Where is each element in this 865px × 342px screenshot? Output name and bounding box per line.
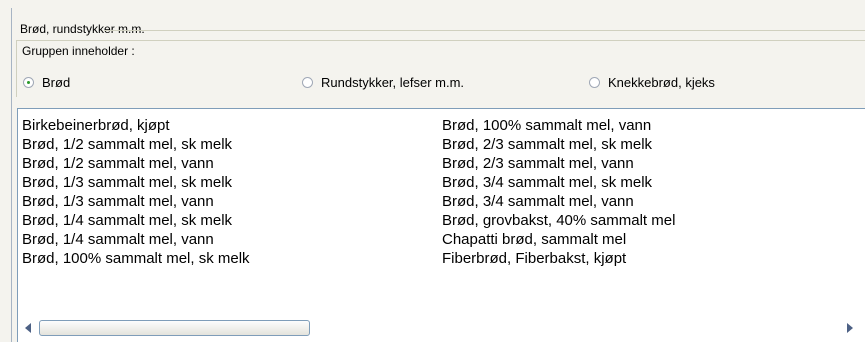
left-border	[11, 8, 12, 342]
radio-label: Knekkebrød, kjeks	[608, 74, 715, 90]
radio-knekkebrod[interactable]: Knekkebrød, kjeks	[589, 72, 715, 92]
list-item[interactable]: Brød, 1/4 sammalt mel, vann	[22, 230, 250, 249]
list-item[interactable]: Brød, grovbakst, 40% sammalt mel	[442, 211, 675, 230]
list-item[interactable]: Brød, 100% sammalt mel, sk melk	[22, 249, 250, 268]
top-strip	[0, 0, 865, 8]
group-content-label: Gruppen inneholder :	[22, 44, 135, 58]
list-item[interactable]: Brød, 2/3 sammalt mel, sk melk	[442, 135, 675, 154]
scroll-right-arrow-icon[interactable]	[847, 323, 853, 333]
list-item[interactable]: Brød, 100% sammalt mel, vann	[442, 116, 675, 135]
radio-brod[interactable]: Brød	[23, 72, 70, 92]
list-item[interactable]: Brød, 3/4 sammalt mel, sk melk	[442, 173, 675, 192]
list-item[interactable]: Brød, 1/3 sammalt mel, vann	[22, 192, 250, 211]
radio-checked-icon	[23, 76, 34, 88]
list-item[interactable]: Brød, 1/2 sammalt mel, sk melk	[22, 135, 250, 154]
food-listbox[interactable]: Birkebeinerbrød, kjøpt Brød, 1/2 sammalt…	[17, 108, 865, 342]
radio-unchecked-icon	[302, 76, 313, 88]
list-item[interactable]: Brød, 3/4 sammalt mel, vann	[442, 192, 675, 211]
horizontal-scrollbar[interactable]	[18, 318, 865, 338]
radio-label: Rundstykker, lefser m.m.	[321, 74, 465, 90]
group-title: Brød, rundstykker m.m.	[20, 22, 145, 36]
scrollbar-thumb[interactable]	[39, 320, 310, 336]
scroll-left-arrow-icon[interactable]	[25, 323, 31, 333]
radio-rundstykker[interactable]: Rundstykker, lefser m.m.	[302, 72, 464, 92]
list-column-1: Birkebeinerbrød, kjøpt Brød, 1/2 sammalt…	[22, 116, 250, 268]
list-item[interactable]: Brød, 1/2 sammalt mel, vann	[22, 154, 250, 173]
list-column-2: Brød, 100% sammalt mel, vann Brød, 2/3 s…	[442, 116, 675, 268]
radio-unchecked-icon	[589, 76, 600, 88]
list-item[interactable]: Chapatti brød, sammalt mel	[442, 230, 675, 249]
group-title-rule	[104, 30, 865, 31]
list-item[interactable]: Fiberbrød, Fiberbakst, kjøpt	[442, 249, 675, 268]
list-item[interactable]: Brød, 2/3 sammalt mel, vann	[442, 154, 675, 173]
list-item[interactable]: Brød, 1/3 sammalt mel, sk melk	[22, 173, 250, 192]
list-item[interactable]: Birkebeinerbrød, kjøpt	[22, 116, 250, 135]
list-item[interactable]: Brød, 1/4 sammalt mel, sk melk	[22, 211, 250, 230]
radio-label: Brød	[42, 74, 71, 90]
